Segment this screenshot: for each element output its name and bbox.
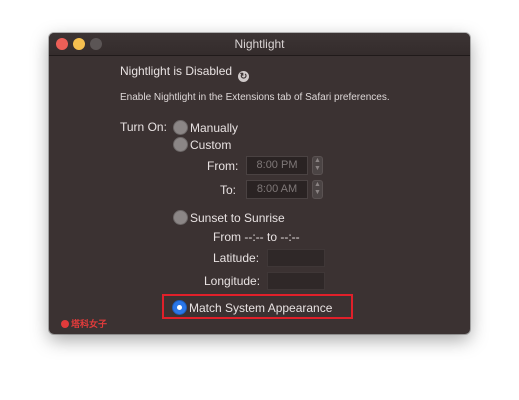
latitude-field[interactable] (267, 249, 325, 267)
from-label: From: (207, 159, 239, 173)
to-time-stepper[interactable]: ▲ ▼ (312, 180, 323, 199)
from-time-field[interactable]: 8:00 PM (246, 156, 308, 175)
to-label: To: (220, 183, 237, 197)
match-system-appearance-label: Match System Appearance (189, 301, 333, 315)
longitude-field[interactable] (267, 272, 325, 290)
to-time-field[interactable]: 8:00 AM (246, 180, 308, 199)
watermark-logo: 塔科女子 (61, 317, 107, 330)
sunset-range-text: From --:-- to --:-- (213, 230, 300, 244)
status-title: Nightlight is Disabled (120, 64, 233, 78)
refresh-icon[interactable]: ↻ (238, 71, 249, 82)
title-bar: Nightlight (49, 33, 470, 56)
window-title: Nightlight (234, 37, 285, 51)
sunset-radio[interactable] (173, 210, 188, 225)
match-system-appearance-radio[interactable] (172, 300, 187, 315)
manually-radio[interactable] (173, 120, 188, 135)
latitude-label: Latitude: (213, 251, 260, 265)
custom-label: Custom (190, 138, 232, 152)
preferences-window: Nightlight Nightlight is Disabled ↻ Enab… (49, 33, 470, 334)
sunset-label: Sunset to Sunrise (190, 211, 285, 225)
longitude-label: Longitude: (204, 274, 261, 288)
manually-label: Manually (190, 121, 239, 135)
turn-on-label: Turn On: (120, 120, 167, 134)
watermark-text: 塔科女子 (71, 319, 108, 329)
custom-radio[interactable] (173, 137, 188, 152)
from-time-stepper[interactable]: ▲ ▼ (312, 156, 323, 175)
status-message: Enable Nightlight in the Extensions tab … (120, 92, 390, 103)
